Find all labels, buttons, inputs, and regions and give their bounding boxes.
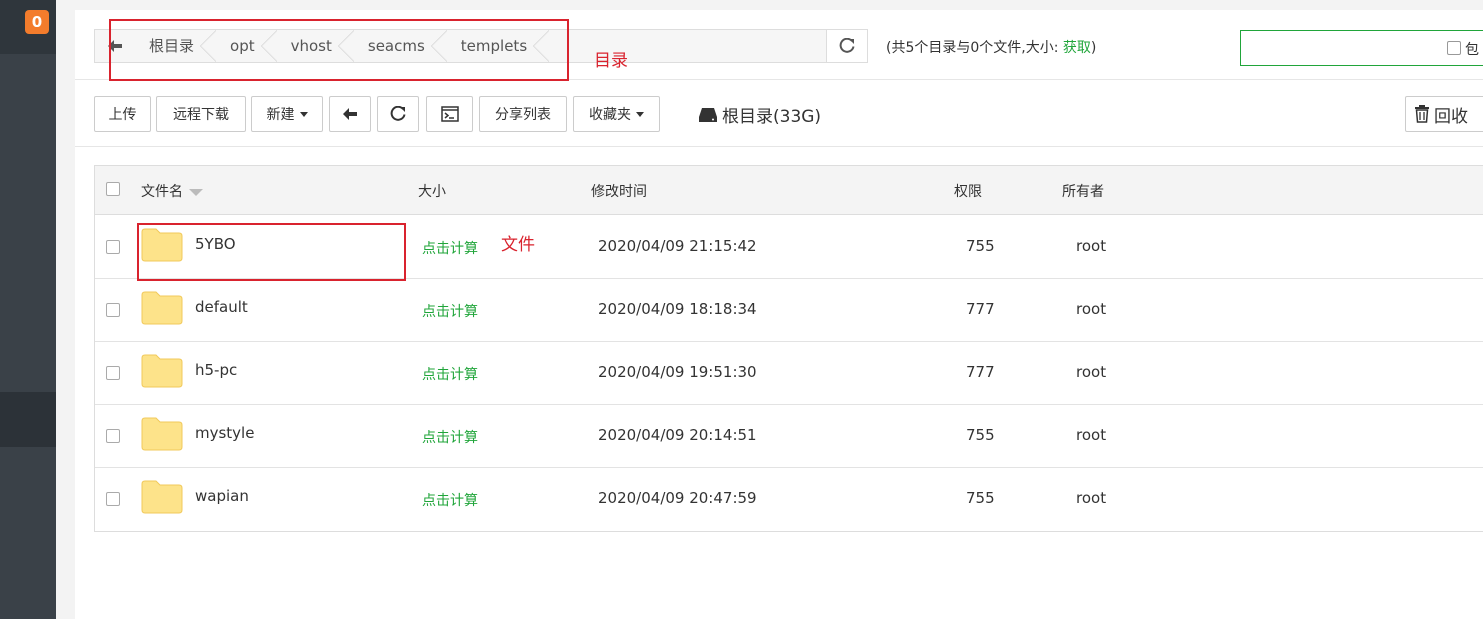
file-name[interactable]: h5-pc — [195, 361, 237, 379]
arrow-left-icon — [343, 108, 357, 120]
calc-size-link[interactable]: 点击计算 — [422, 238, 478, 258]
caret-down-icon — [299, 111, 308, 117]
refresh-icon — [839, 38, 855, 53]
row-checkbox[interactable] — [106, 429, 120, 443]
remote-download-button[interactable]: 远程下载 — [156, 96, 246, 132]
header-mtime[interactable]: 修改时间 — [591, 181, 647, 201]
header-size[interactable]: 大小 — [418, 181, 446, 201]
favorites-dropdown-button[interactable]: 收藏夹 — [573, 96, 660, 132]
remote-download-label: 远程下载 — [173, 107, 229, 123]
favorites-label: 收藏夹 — [589, 107, 631, 123]
header-perm[interactable]: 权限 — [954, 181, 982, 201]
file-perm[interactable]: 755 — [966, 237, 995, 255]
file-owner[interactable]: root — [1076, 363, 1106, 381]
header-name-label: 文件名 — [141, 184, 183, 200]
file-owner[interactable]: root — [1076, 426, 1106, 444]
file-mtime: 2020/04/09 19:51:30 — [598, 363, 757, 381]
share-list-button[interactable]: 分享列表 — [479, 96, 567, 132]
file-mtime: 2020/04/09 20:47:59 — [598, 489, 757, 507]
refresh-icon — [390, 106, 406, 121]
table-row[interactable]: h5-pc 点击计算 2020/04/09 19:51:30 777 root — [95, 341, 1483, 405]
get-size-link[interactable]: 获取 — [1063, 40, 1091, 56]
summary-text: (共5个目录与0个文件,大小: — [886, 40, 1063, 56]
file-name[interactable]: mystyle — [195, 424, 254, 442]
file-table: 文件名 大小 修改时间 权限 所有者 5YBO 点击计算 2020/04/09 … — [94, 165, 1483, 532]
file-perm[interactable]: 777 — [966, 300, 995, 318]
new-dropdown-button[interactable]: 新建 — [251, 96, 323, 132]
file-mtime: 2020/04/09 21:15:42 — [598, 237, 757, 255]
sidebar: 0 — [0, 0, 56, 619]
caret-down-icon — [636, 111, 644, 117]
select-all-checkbox[interactable] — [106, 182, 120, 196]
disk-indicator[interactable]: 根目录(33G) — [698, 102, 821, 127]
search-input[interactable]: 包 — [1240, 30, 1483, 66]
new-label: 新建 — [266, 107, 295, 123]
file-perm[interactable]: 755 — [966, 489, 995, 507]
recycle-label: 回收 — [1434, 106, 1468, 127]
row-checkbox[interactable] — [106, 492, 120, 506]
calc-size-link[interactable]: 点击计算 — [422, 301, 478, 321]
folder-icon — [141, 480, 183, 514]
upload-button[interactable]: 上传 — [94, 96, 151, 132]
summary-close: ) — [1090, 40, 1097, 56]
file-mtime: 2020/04/09 18:18:34 — [598, 300, 757, 318]
file-manager: 根目录 opt vhost seacms templets (共5个目录与0个文… — [75, 10, 1483, 619]
table-header: 文件名 大小 修改时间 权限 所有者 — [95, 166, 1483, 215]
file-owner[interactable]: root — [1076, 489, 1106, 507]
header-owner[interactable]: 所有者 — [1062, 181, 1104, 201]
row-checkbox[interactable] — [106, 303, 120, 317]
directory-summary: (共5个目录与0个文件,大小: 获取) — [886, 37, 1096, 57]
sidebar-top: 0 — [0, 0, 56, 54]
trash-icon — [1415, 105, 1429, 123]
terminal-button[interactable] — [426, 96, 473, 132]
upload-label: 上传 — [108, 107, 137, 123]
terminal-icon — [440, 106, 459, 122]
sidebar-item-files[interactable] — [0, 392, 56, 447]
file-mtime: 2020/04/09 20:14:51 — [598, 426, 757, 444]
file-owner[interactable]: root — [1076, 300, 1106, 318]
annotation-file-box — [137, 223, 406, 281]
file-perm[interactable]: 777 — [966, 363, 995, 381]
refresh-button[interactable] — [377, 96, 419, 132]
folder-icon — [141, 354, 183, 388]
file-name[interactable]: wapian — [195, 487, 249, 505]
include-subdir-label: 包 — [1465, 42, 1479, 58]
go-back-button[interactable] — [329, 96, 371, 132]
folder-icon — [141, 291, 183, 325]
table-row[interactable]: default 点击计算 2020/04/09 18:18:34 777 roo… — [95, 278, 1483, 342]
divider — [75, 146, 1483, 147]
row-checkbox[interactable] — [106, 366, 120, 380]
disk-label: 根目录(33G) — [722, 107, 822, 127]
file-perm[interactable]: 755 — [966, 426, 995, 444]
table-row[interactable]: mystyle 点击计算 2020/04/09 20:14:51 755 roo… — [95, 404, 1483, 468]
calc-size-link[interactable]: 点击计算 — [422, 427, 478, 447]
annotation-file-label: 文件 — [501, 235, 535, 255]
annotation-directory-box — [109, 19, 569, 81]
path-refresh-button[interactable] — [826, 30, 867, 62]
annotation-directory-label: 目录 — [594, 51, 628, 71]
sort-down-icon — [189, 188, 203, 196]
share-list-label: 分享列表 — [495, 107, 551, 123]
table-row[interactable]: wapian 点击计算 2020/04/09 20:47:59 755 root — [95, 467, 1483, 530]
file-owner[interactable]: root — [1076, 237, 1106, 255]
calc-size-link[interactable]: 点击计算 — [422, 490, 478, 510]
row-checkbox[interactable] — [106, 240, 120, 254]
hard-drive-icon — [699, 107, 717, 122]
header-name[interactable]: 文件名 — [141, 181, 203, 201]
folder-icon — [141, 417, 183, 451]
calc-size-link[interactable]: 点击计算 — [422, 364, 478, 384]
include-subdir-checkbox[interactable] — [1447, 41, 1461, 55]
notification-badge[interactable]: 0 — [25, 10, 49, 34]
file-name[interactable]: default — [195, 298, 248, 316]
recycle-bin-button[interactable]: 回收 — [1405, 96, 1483, 132]
